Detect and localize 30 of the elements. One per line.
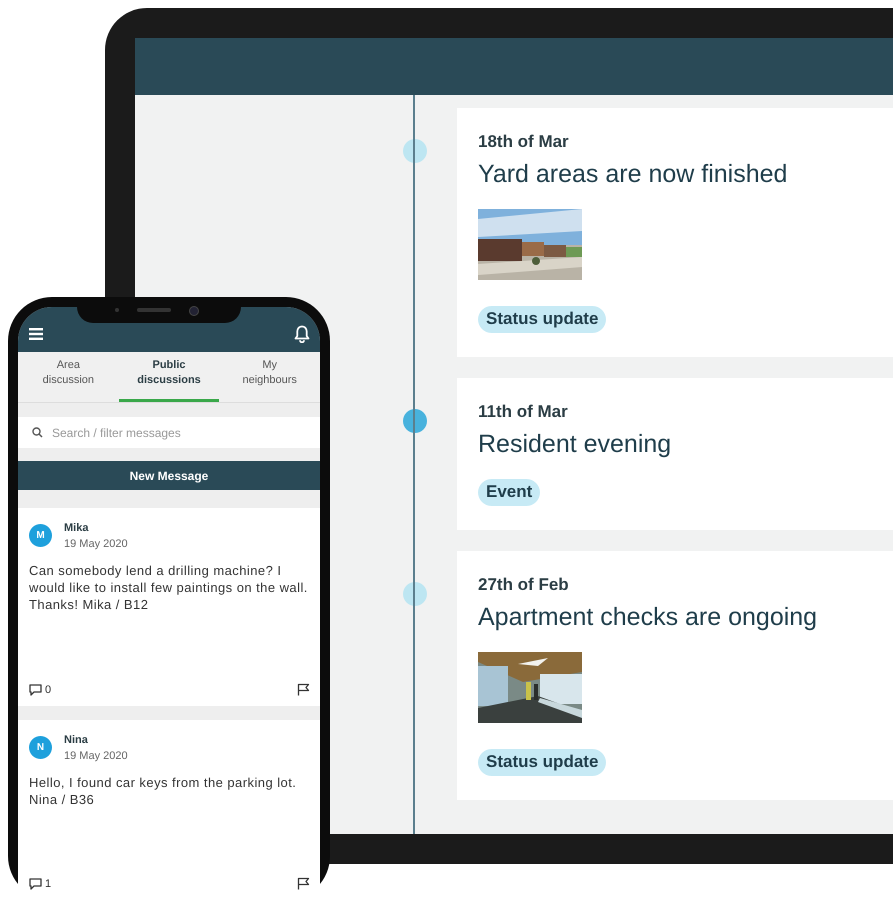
post-title: Yard areas are now finished — [478, 160, 788, 189]
tab[interactable]: Public discussions — [118, 352, 220, 402]
comment-icon[interactable] — [29, 878, 42, 890]
post-date: 18th of Mar — [478, 132, 569, 152]
menu-icon[interactable] — [29, 328, 43, 340]
post-date: 27th of Feb — [478, 575, 569, 595]
bell-icon[interactable] — [294, 324, 310, 342]
message-text: Can somebody lend a drilling machine? I would like to install few paintings on the wall. Thanks! Mika / B12 — [29, 562, 309, 613]
category-tag: Status update — [478, 306, 606, 333]
message-date: 19 May 2020 — [64, 538, 128, 550]
avatar: M — [29, 524, 52, 547]
avatar: N — [29, 736, 52, 759]
flag-icon[interactable] — [297, 877, 310, 890]
comment-icon[interactable] — [29, 684, 42, 696]
tab[interactable]: My neighbours — [219, 352, 320, 402]
author-name: Nina — [64, 734, 89, 746]
flag-icon[interactable] — [297, 683, 310, 696]
message-text: Hello, I found car keys from the parking lot. Nina / B36 — [29, 774, 298, 808]
post-date: 11th of Mar — [478, 402, 568, 422]
category-tag: Status update — [478, 749, 606, 776]
comment-count: 1 — [45, 878, 52, 890]
new-message-button[interactable]: New Message — [18, 461, 320, 490]
message-date: 19 May 2020 — [64, 750, 128, 762]
search-field[interactable]: Search / filter messages — [18, 417, 320, 448]
comment-count: 0 — [45, 684, 52, 696]
tab[interactable]: Area discussion — [18, 352, 119, 402]
post-title: Resident evening — [478, 430, 672, 459]
category-tag: Event — [478, 479, 540, 506]
author-name: Mika — [64, 522, 90, 534]
post-title: Apartment checks are ongoing — [478, 603, 818, 632]
